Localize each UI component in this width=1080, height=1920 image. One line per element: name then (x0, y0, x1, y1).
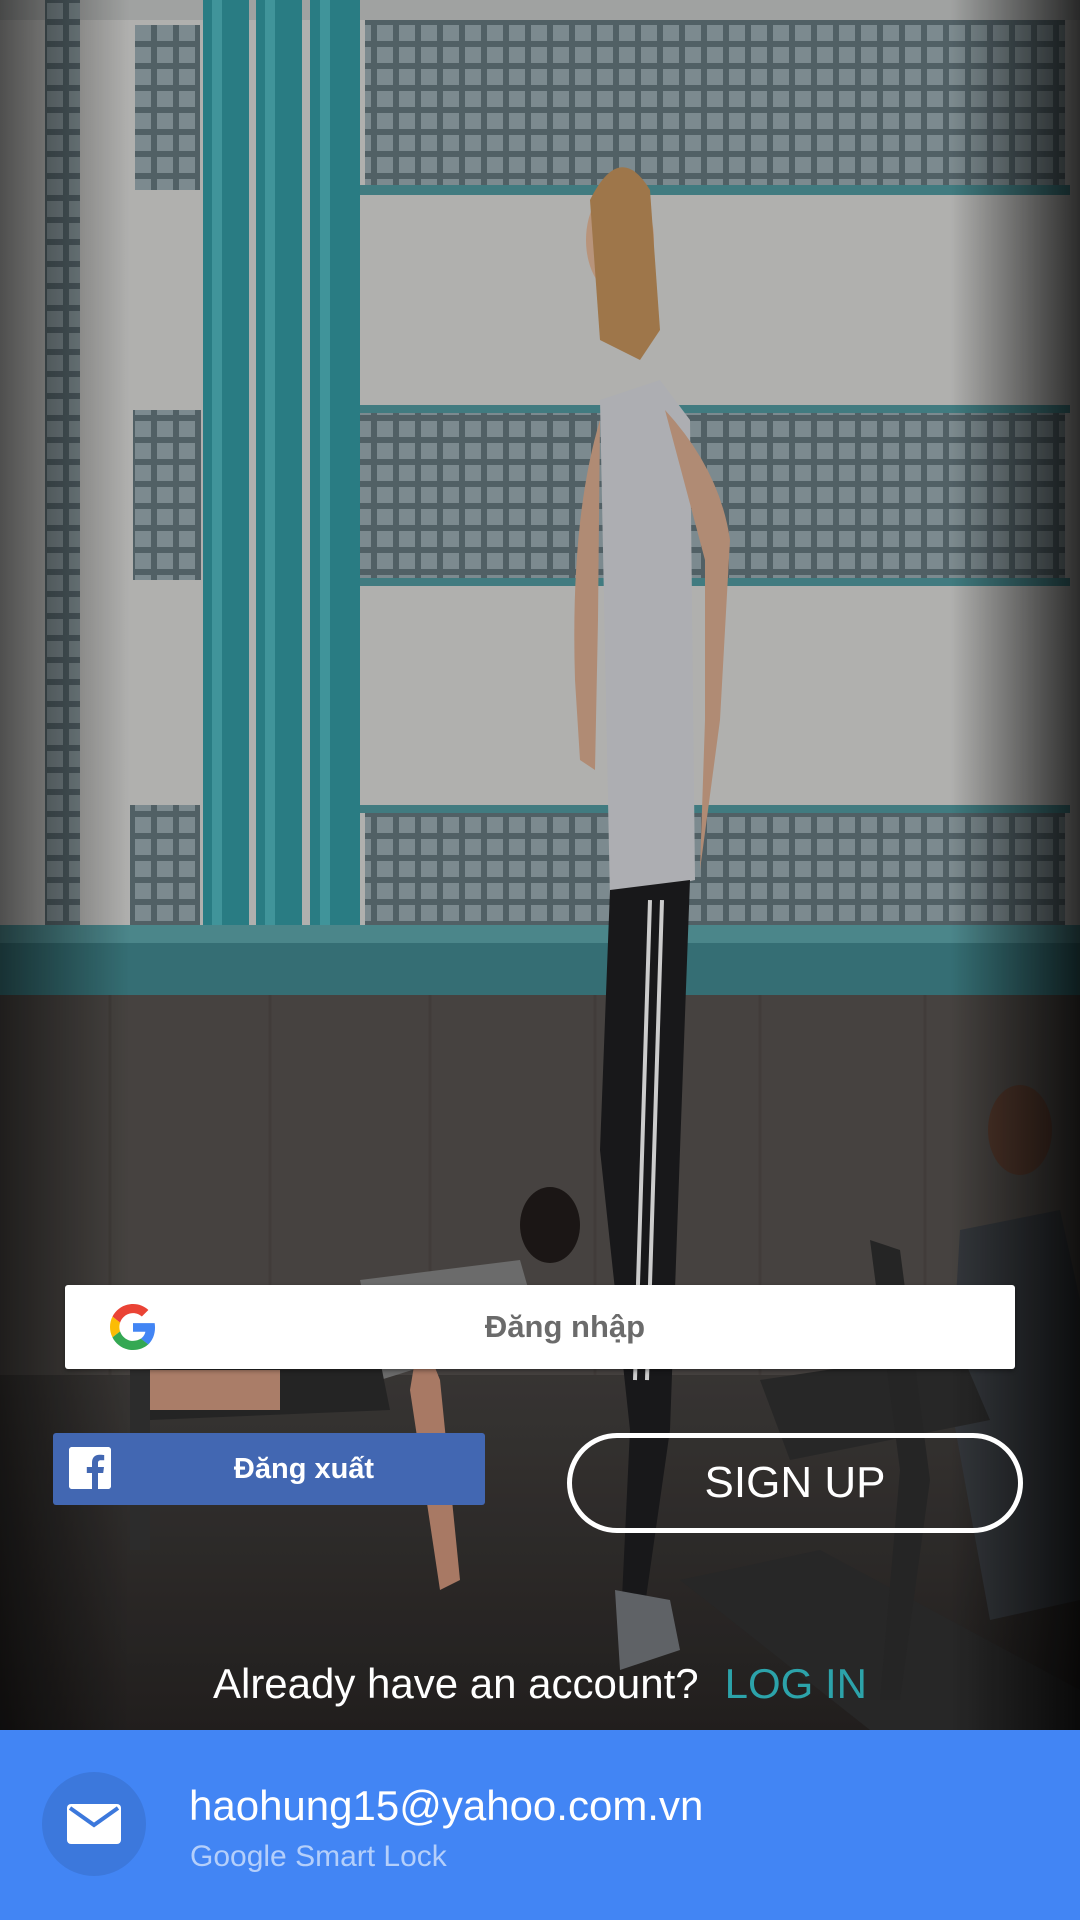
login-question-text: Already have an account? (212, 1660, 699, 1707)
login-prompt: Already have an account? LOG IN (0, 1660, 1080, 1708)
facebook-logout-button[interactable]: Đăng xuất (53, 1433, 485, 1505)
google-signin-button[interactable]: Đăng nhập (65, 1285, 1015, 1369)
smart-lock-banner[interactable]: haohung15@yahoo.com.vn Google Smart Lock (0, 1730, 1080, 1920)
smart-lock-subtitle: Google Smart Lock (190, 1840, 447, 1873)
facebook-f-icon (69, 1447, 111, 1489)
smart-lock-email: haohung15@yahoo.com.vn (189, 1782, 704, 1829)
mail-icon (42, 1772, 146, 1876)
sign-up-button[interactable]: SIGN UP (567, 1433, 1023, 1533)
google-signin-label: Đăng nhập (484, 1309, 646, 1344)
facebook-button-label: Đăng xuất (233, 1453, 375, 1485)
log-in-link[interactable]: LOG IN (725, 1660, 867, 1707)
